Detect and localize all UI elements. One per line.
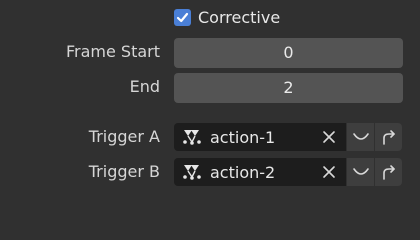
action-icon [183, 130, 201, 145]
trigger-a-field[interactable]: action-1 [174, 123, 346, 151]
trigger-a-value: action-1 [210, 127, 276, 147]
properties-panel: Corrective Frame Start 0 End 2 Trigger A… [0, 0, 420, 200]
trigger-a-label: Trigger A [88, 127, 160, 146]
frame-start-field[interactable]: 0 [174, 38, 403, 68]
frame-end-value: 2 [283, 78, 294, 97]
trigger-b-curve-button[interactable] [347, 158, 374, 186]
frame-start-value: 0 [283, 43, 294, 62]
corrective-checkbox[interactable] [174, 8, 191, 26]
curve-icon [352, 168, 369, 175]
redo-icon [382, 130, 395, 145]
trigger-b-label: Trigger B [88, 162, 160, 181]
action-icon [183, 165, 201, 180]
checkmark-icon [176, 12, 189, 22]
curve-icon [352, 133, 369, 140]
trigger-a-curve-button[interactable] [347, 123, 374, 151]
frame-end-label: End [129, 77, 160, 96]
close-icon[interactable] [319, 162, 339, 182]
close-icon[interactable] [319, 127, 339, 147]
trigger-b-value: action-2 [210, 162, 276, 182]
frame-start-label: Frame Start [65, 42, 160, 61]
corrective-label: Corrective [198, 7, 281, 27]
frame-end-field[interactable]: 2 [174, 73, 403, 103]
redo-icon [382, 165, 395, 180]
trigger-b-field[interactable]: action-2 [174, 158, 346, 186]
trigger-a-redo-button[interactable] [375, 123, 402, 151]
trigger-b-redo-button[interactable] [375, 158, 402, 186]
corrective-checkbox-row[interactable]: Corrective [174, 6, 280, 28]
